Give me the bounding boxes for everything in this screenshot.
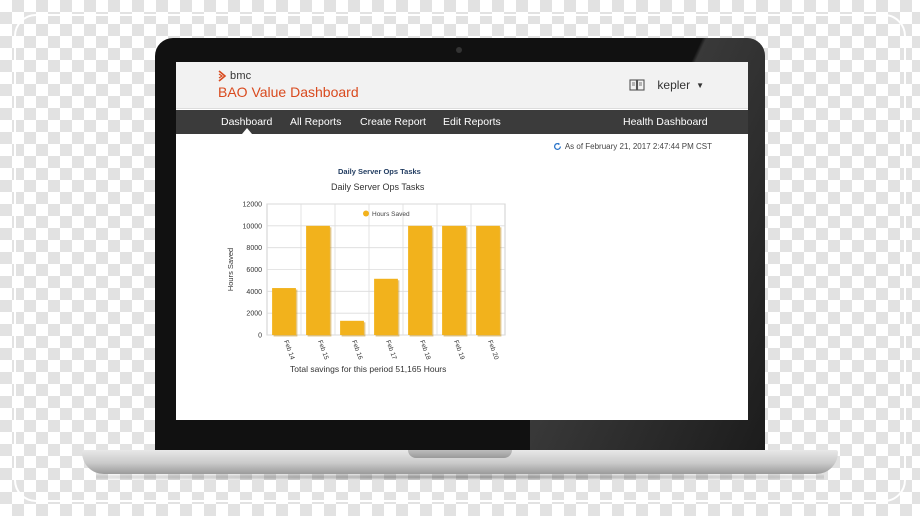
laptop-screen: bmc BAO Value Dashboard kepler ▼ Dashboa… — [176, 62, 748, 420]
nav-all-reports[interactable]: All Reports — [290, 116, 341, 128]
bar — [306, 225, 330, 335]
app-title: BAO Value Dashboard — [218, 84, 359, 100]
bar — [272, 288, 296, 335]
legend-swatch — [363, 210, 369, 217]
bar — [408, 225, 432, 335]
bar — [476, 225, 500, 335]
x-tick-label: Feb 20 — [486, 339, 500, 361]
x-tick-label: Feb 17 — [384, 339, 398, 361]
x-tick-label: Feb 14 — [282, 339, 296, 361]
legend-label: Hours Saved — [372, 211, 410, 218]
laptop-base-notch — [408, 450, 512, 458]
bar — [340, 320, 364, 335]
y-tick-label: 10000 — [243, 223, 263, 230]
user-name[interactable]: kepler — [657, 78, 690, 92]
y-tick-label: 2000 — [246, 311, 262, 318]
app-header: bmc BAO Value Dashboard kepler ▼ — [176, 62, 748, 109]
nav-health-dashboard[interactable]: Health Dashboard — [623, 116, 708, 128]
y-tick-label: 12000 — [243, 202, 263, 209]
y-tick-label: 8000 — [246, 245, 262, 252]
chart-title: Daily Server Ops Tasks — [331, 182, 425, 192]
last-updated: As of February 21, 2017 2:47:44 PM CST — [553, 142, 712, 151]
report-heading[interactable]: Daily Server Ops Tasks — [338, 167, 421, 176]
nav-dashboard[interactable]: Dashboard — [221, 116, 272, 128]
refresh-icon[interactable] — [553, 142, 562, 151]
timestamp-text: As of February 21, 2017 2:47:44 PM CST — [564, 142, 712, 151]
book-icon[interactable] — [629, 79, 645, 91]
user-menu[interactable]: kepler ▼ — [629, 78, 704, 92]
x-tick-label: Feb 18 — [418, 339, 432, 361]
x-tick-label: Feb 19 — [452, 339, 466, 361]
logo-text: bmc — [230, 70, 252, 82]
x-tick-label: Feb 16 — [350, 339, 364, 361]
x-tick-label: Feb 15 — [316, 339, 330, 361]
y-tick-label: 0 — [258, 333, 262, 340]
chart-summary: Total savings for this period 51,165 Hou… — [290, 364, 447, 374]
main-nav: Dashboard All Reports Create Report Edit… — [176, 110, 748, 134]
bar-chart: 0 2000 4000 6000 8000 10000 12000 Feb 14 Feb 15 F… — [226, 202, 506, 361]
laptop-shadow — [96, 474, 824, 480]
y-tick-label: 4000 — [246, 289, 262, 296]
nav-edit-reports[interactable]: Edit Reports — [443, 116, 501, 128]
bmc-logo-icon — [218, 70, 227, 82]
camera — [456, 47, 462, 53]
brand-logo[interactable]: bmc — [218, 70, 251, 82]
nav-create-report[interactable]: Create Report — [360, 116, 426, 128]
caret-down-icon[interactable]: ▼ — [696, 81, 704, 90]
y-tick-label: 6000 — [246, 267, 262, 274]
bar — [442, 225, 466, 335]
nav-active-indicator — [242, 128, 252, 134]
bar — [374, 278, 398, 335]
y-axis-label: Hours Saved — [226, 248, 235, 291]
